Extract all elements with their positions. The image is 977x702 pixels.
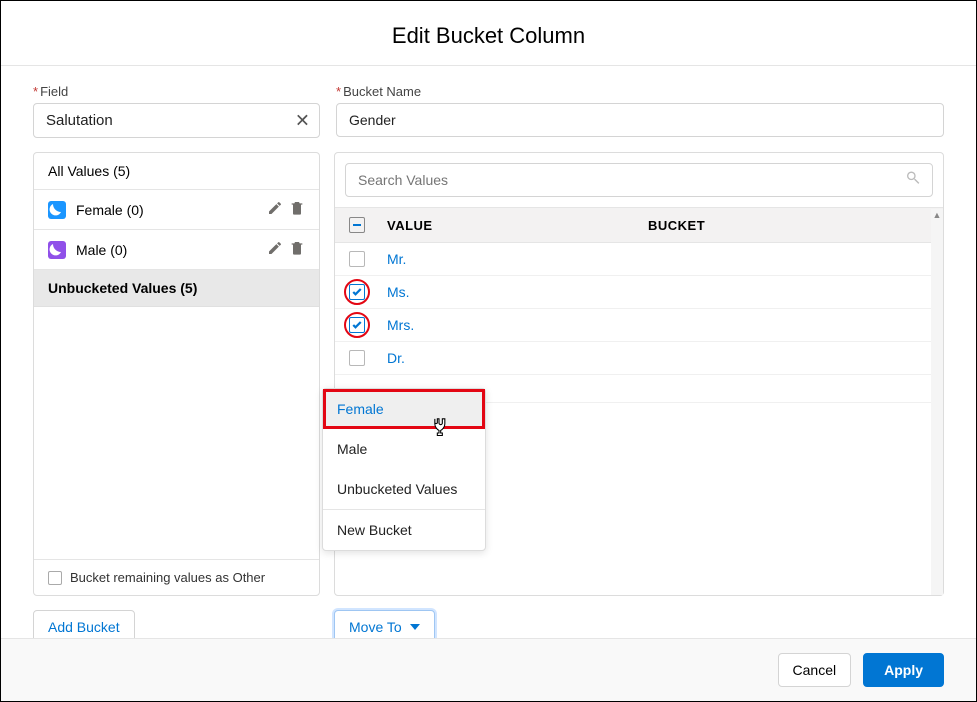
bucket-item-male[interactable]: Male (0): [34, 230, 319, 270]
bucket-icon: [48, 201, 66, 219]
bucket-list-panel: All Values (5) Female (0) Male (0) Unbuc…: [33, 152, 320, 596]
value-row[interactable]: Mrs.: [335, 309, 943, 342]
search-input[interactable]: [345, 163, 933, 197]
dropdown-item[interactable]: New Bucket: [323, 509, 485, 550]
modal-footer: Cancel Apply: [1, 638, 976, 701]
dropdown-item[interactable]: Male: [323, 429, 485, 469]
value-label: Mr.: [387, 251, 406, 267]
dropdown-item[interactable]: Unbucketed Values: [323, 469, 485, 509]
field-input[interactable]: [33, 103, 320, 138]
remaining-checkbox[interactable]: [48, 571, 62, 585]
row-checkbox[interactable]: [349, 284, 365, 300]
select-all-checkbox[interactable]: [349, 217, 365, 233]
bucket-icon: [48, 241, 66, 259]
all-values-item[interactable]: All Values (5): [34, 153, 319, 190]
pencil-icon[interactable]: [267, 240, 283, 259]
row-checkbox[interactable]: [349, 251, 365, 267]
bucket-item-label: Female (0): [76, 202, 144, 218]
remaining-as-other-row[interactable]: Bucket remaining values as Other: [34, 559, 319, 595]
value-row[interactable]: Dr.: [335, 342, 943, 375]
bucketname-label: *Bucket Name: [336, 84, 944, 99]
bucket-item-unbucketed[interactable]: Unbucketed Values (5): [34, 270, 319, 307]
pencil-icon[interactable]: [267, 200, 283, 219]
apply-button[interactable]: Apply: [863, 653, 944, 687]
clear-field-icon[interactable]: ✕: [295, 110, 310, 131]
value-row[interactable]: Ms.: [335, 276, 943, 309]
value-label: Dr.: [387, 350, 405, 366]
bucket-item-label: Unbucketed Values (5): [48, 280, 197, 296]
table-header: VALUE BUCKET: [335, 208, 943, 243]
trash-icon[interactable]: [289, 240, 305, 259]
trash-icon[interactable]: [289, 200, 305, 219]
remaining-label: Bucket remaining values as Other: [70, 570, 265, 585]
scrollbar[interactable]: ▲: [931, 209, 943, 595]
value-label: Mrs.: [387, 317, 414, 333]
search-icon: [905, 170, 921, 191]
value-row[interactable]: Mr.: [335, 243, 943, 276]
cancel-button[interactable]: Cancel: [778, 653, 852, 687]
modal-title: Edit Bucket Column: [1, 1, 976, 66]
scroll-up-icon[interactable]: ▲: [931, 209, 943, 221]
row-checkbox[interactable]: [349, 317, 365, 333]
chevron-down-icon: [410, 624, 420, 630]
row-checkbox[interactable]: [349, 350, 365, 366]
th-bucket: BUCKET: [648, 218, 929, 233]
move-to-dropdown: FemaleMaleUnbucketed ValuesNew Bucket: [322, 388, 486, 551]
field-label: *Field: [33, 84, 320, 99]
bucket-item-label: Male (0): [76, 242, 127, 258]
th-value: VALUE: [387, 218, 648, 233]
bucketname-input[interactable]: [336, 103, 944, 137]
dropdown-item[interactable]: Female: [323, 389, 485, 429]
value-label: Ms.: [387, 284, 410, 300]
bucket-item-female[interactable]: Female (0): [34, 190, 319, 230]
